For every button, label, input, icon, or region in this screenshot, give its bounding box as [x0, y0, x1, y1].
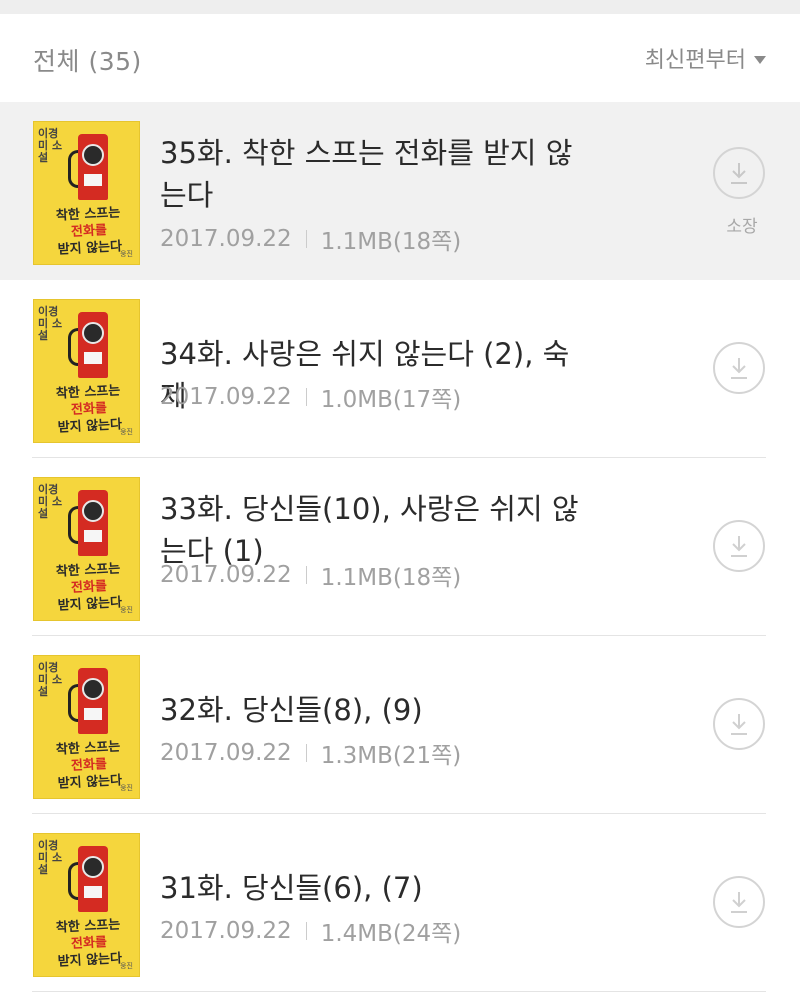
- meta-divider: [305, 388, 307, 406]
- meta-divider: [305, 230, 307, 248]
- download-button[interactable]: [713, 342, 765, 394]
- episode-meta: 2017.09.22 1.1MB(18쪽): [160, 558, 461, 592]
- episode-meta: 2017.09.22 1.1MB(18쪽): [160, 222, 461, 256]
- download-icon: [731, 358, 747, 379]
- download-button[interactable]: [713, 520, 765, 572]
- episode-date: 2017.09.22: [160, 562, 292, 588]
- owned-status-label: 소장: [726, 217, 758, 237]
- episode-size: 1.1MB(18쪽): [320, 565, 462, 591]
- row-divider: [32, 991, 766, 992]
- episode-size: 1.4MB(24쪽): [320, 921, 462, 947]
- download-icon: [731, 163, 747, 184]
- list-header: 전체 (35) 최신편부터: [0, 14, 800, 102]
- meta-divider: [305, 922, 307, 940]
- episode-thumbnail: 이경미 소설 착한 스프는 전화를 받지 않는다 웅진: [33, 833, 140, 977]
- download-button[interactable]: [713, 876, 765, 928]
- cover-author: 이경미 소설: [38, 661, 63, 698]
- cover-author: 이경미 소설: [38, 839, 63, 876]
- download-icon: [731, 892, 747, 913]
- sort-label: 최신편부터: [644, 48, 746, 73]
- episode-meta: 2017.09.22 1.3MB(21쪽): [160, 736, 461, 770]
- episode-meta: 2017.09.22 1.4MB(24쪽): [160, 914, 461, 948]
- episode-date: 2017.09.22: [160, 740, 292, 766]
- meta-divider: [305, 744, 307, 762]
- episode-title: 31화. 당신들(6), (7): [160, 871, 423, 905]
- episode-size: 1.1MB(18쪽): [320, 229, 462, 255]
- episode-thumbnail: 이경미 소설 착한 스프는 전화를 받지 않는다 웅진: [33, 121, 140, 265]
- cover-publisher: 웅진: [120, 250, 133, 258]
- episode-row[interactable]: 이경미 소설 착한 스프는 전화를 받지 않는다 웅진 31화. 당신들(6),…: [0, 814, 800, 992]
- episode-meta: 2017.09.22 1.0MB(17쪽): [160, 380, 461, 414]
- episode-list: 이경미 소설 착한 스프는 전화를 받지 않는다 웅진 35화. 착한 스프는 …: [0, 102, 800, 992]
- download-button[interactable]: [713, 698, 765, 750]
- episode-title: 32화. 당신들(8), (9): [160, 693, 423, 727]
- episode-row[interactable]: 이경미 소설 착한 스프는 전화를 받지 않는다 웅진 34화. 사랑은 쉬지 …: [0, 280, 800, 458]
- episode-row[interactable]: 이경미 소설 착한 스프는 전화를 받지 않는다 웅진 35화. 착한 스프는 …: [0, 102, 800, 280]
- episode-size: 1.0MB(17쪽): [320, 387, 462, 413]
- episode-date: 2017.09.22: [160, 384, 292, 410]
- sort-dropdown[interactable]: 최신편부터: [645, 42, 766, 74]
- episode-size: 1.3MB(21쪽): [320, 743, 462, 769]
- cover-author: 이경미 소설: [38, 483, 63, 520]
- episode-thumbnail: 이경미 소설 착한 스프는 전화를 받지 않는다 웅진: [33, 299, 140, 443]
- episode-title: 35화. 착한 스프는 전화를 받지 않는다: [160, 136, 573, 212]
- meta-divider: [305, 566, 307, 584]
- cover-publisher: 웅진: [120, 606, 133, 614]
- episode-row[interactable]: 이경미 소설 착한 스프는 전화를 받지 않는다 웅진 32화. 당신들(8),…: [0, 636, 800, 814]
- episode-date: 2017.09.22: [160, 918, 292, 944]
- episode-row[interactable]: 이경미 소설 착한 스프는 전화를 받지 않는다 웅진 33화. 당신들(10)…: [0, 458, 800, 636]
- cover-publisher: 웅진: [120, 784, 133, 792]
- top-strip: [0, 0, 800, 14]
- total-count-label: 전체 (35): [33, 47, 142, 76]
- episode-thumbnail: 이경미 소설 착한 스프는 전화를 받지 않는다 웅진: [33, 477, 140, 621]
- cover-author: 이경미 소설: [38, 127, 63, 164]
- episode-date: 2017.09.22: [160, 226, 292, 252]
- download-button[interactable]: [713, 147, 765, 199]
- cover-author: 이경미 소설: [38, 305, 63, 342]
- cover-publisher: 웅진: [120, 428, 133, 436]
- caret-down-icon: [754, 56, 766, 64]
- download-icon: [731, 536, 747, 557]
- cover-publisher: 웅진: [120, 962, 133, 970]
- episode-thumbnail: 이경미 소설 착한 스프는 전화를 받지 않는다 웅진: [33, 655, 140, 799]
- download-icon: [731, 714, 747, 735]
